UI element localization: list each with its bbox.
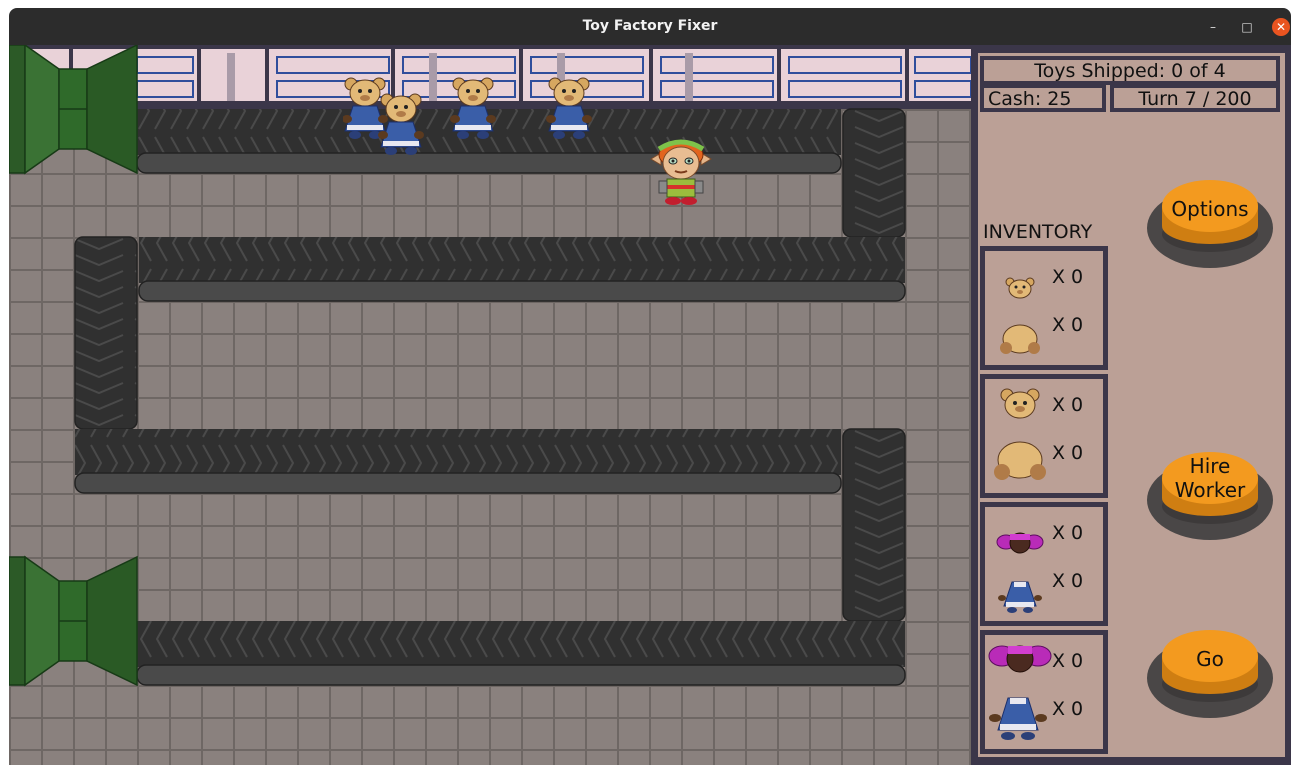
input-pipe <box>9 45 138 175</box>
conveyor-row-2 <box>138 237 906 302</box>
options-button-shape <box>1147 180 1273 268</box>
hire-worker-label-line1: Hire <box>1189 454 1231 478</box>
doll-dress-count: X 0 <box>1052 698 1084 720</box>
options-button[interactable]: Options <box>1145 176 1275 272</box>
hire-worker-label-line2: Worker <box>1174 478 1246 502</box>
doll-dress-icon <box>989 697 1047 740</box>
small-bear-body-icon <box>1000 324 1040 354</box>
close-icon[interactable]: ✕ <box>1272 18 1290 36</box>
minimize-icon[interactable]: – <box>1204 18 1222 36</box>
conveyor-row-4 <box>136 621 906 686</box>
hire-worker-button[interactable]: Hire Worker <box>1145 448 1275 544</box>
cash-label: Cash: 25 <box>980 84 1106 112</box>
elf-worker[interactable] <box>647 137 717 209</box>
small-doll-dress-count: X 0 <box>1052 570 1084 592</box>
inventory-title: INVENTORY <box>983 221 1093 243</box>
small-doll-head-count: X 0 <box>1052 522 1084 544</box>
go-button-label: Go <box>1196 647 1224 671</box>
factory-floor[interactable] <box>9 45 971 765</box>
bear-head-count: X 0 <box>1052 394 1084 416</box>
conveyor-row-3 <box>74 429 842 494</box>
output-pipe <box>9 555 138 687</box>
bear-body-count: X 0 <box>1052 442 1084 464</box>
bear-head-icon <box>1000 388 1040 419</box>
maximize-icon[interactable]: □ <box>1238 18 1256 36</box>
small-doll-dress-icon <box>998 581 1042 613</box>
doll-head-count: X 0 <box>1052 650 1084 672</box>
toys-shipped-label: Toys Shipped: 0 of 4 <box>980 56 1280 85</box>
bear-toy-icon <box>343 77 388 139</box>
toy-bears <box>343 77 593 156</box>
turn-label: Turn 7 / 200 <box>1110 84 1280 112</box>
window-titlebar: Toy Factory Fixer – □ ✕ <box>9 8 1291 45</box>
window-title: Toy Factory Fixer <box>582 18 718 34</box>
bear-body-icon <box>994 441 1046 480</box>
doll-head-icon <box>988 645 1052 673</box>
small-bear-head-count: X 0 <box>1052 266 1084 288</box>
go-button[interactable]: Go <box>1145 626 1275 722</box>
small-bear-head-icon <box>1005 277 1035 299</box>
go-button-shape <box>1147 630 1273 718</box>
options-button-label: Options <box>1171 197 1249 221</box>
small-doll-head-icon <box>996 532 1044 554</box>
small-bear-body-count: X 0 <box>1052 314 1084 336</box>
